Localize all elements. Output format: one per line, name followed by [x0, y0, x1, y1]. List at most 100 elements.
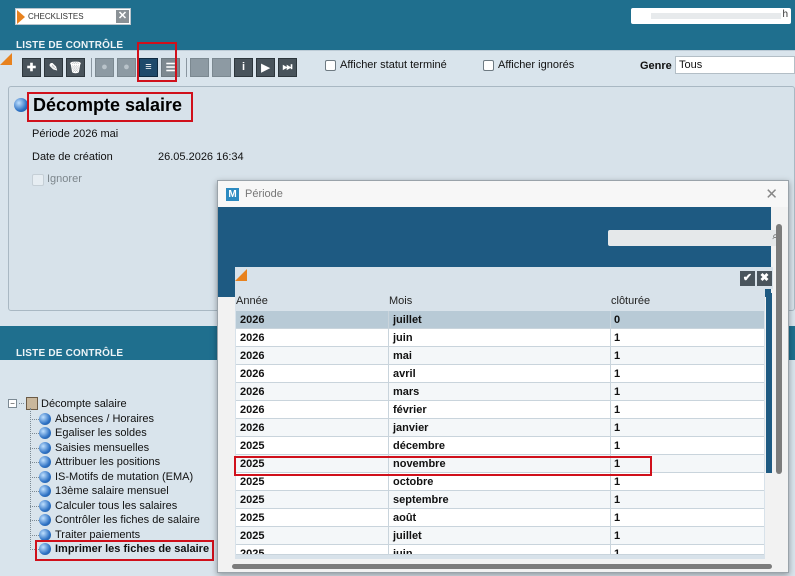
cell-year: 2026 — [240, 422, 265, 434]
highlight-box-toolbar — [137, 42, 177, 82]
highlight-box-november-row — [234, 456, 652, 476]
disabled-circle-button-2[interactable]: ● — [117, 57, 136, 77]
show-ignored-checkbox[interactable] — [483, 59, 494, 71]
tree-item-label: Egaliser les soldes — [55, 427, 147, 439]
table-row[interactable]: 2026 avril 1 — [236, 365, 764, 383]
tree-item[interactable]: IS-Motifs de mutation (EMA) — [30, 470, 193, 484]
tree-item[interactable]: Attribuer les positions — [30, 455, 160, 469]
tree-connector — [30, 490, 39, 492]
cell-closed: 1 — [614, 440, 621, 452]
collapse-icon[interactable]: − — [8, 399, 17, 408]
cell-year: 2026 — [240, 332, 265, 344]
tree-item[interactable]: 13ème salaire mensuel — [30, 484, 169, 498]
global-search-input[interactable]: h — [631, 8, 791, 24]
cell-month: janvier — [393, 422, 429, 434]
table-row[interactable]: 2025 juin 1 — [236, 545, 764, 555]
horizontal-scrollbar[interactable] — [232, 564, 772, 569]
genre-select[interactable]: Tous — [675, 56, 795, 74]
toolbar-separator — [186, 57, 187, 77]
cell-year: 2026 — [240, 404, 265, 416]
cell-year: 2025 — [240, 530, 265, 542]
search-suffix: h — [782, 9, 788, 20]
play-icon[interactable]: ▶ — [256, 57, 275, 77]
lower-section-title: LISTE DE CONTRÔLE — [16, 348, 124, 359]
highlight-box-title — [27, 92, 193, 122]
table-row[interactable]: 2026 mai 1 — [236, 347, 764, 365]
edit-button[interactable]: ✎ — [44, 57, 63, 77]
tree-item[interactable]: Absences / Horaires — [30, 412, 154, 426]
tree-item-label: IS-Motifs de mutation (EMA) — [55, 471, 194, 483]
show-ignored-toggle[interactable]: Afficher ignorés — [483, 59, 574, 71]
tree-item[interactable]: Calculer tous les salaires — [30, 499, 177, 513]
table-row[interactable]: 2026 juin 1 — [236, 329, 764, 347]
grid-header: Année Mois clôturée — [236, 295, 764, 309]
tree-connector — [30, 432, 39, 434]
skip-end-icon[interactable]: ⏭ — [278, 57, 297, 77]
info-button[interactable]: i — [234, 57, 253, 77]
disabled-circle-button-1[interactable]: ● — [95, 57, 114, 77]
status-bullet-icon — [39, 427, 51, 439]
tree-item[interactable]: Saisies mensuelles — [30, 441, 149, 455]
orange-corner-icon — [0, 53, 12, 65]
tree-connector — [30, 476, 39, 478]
cell-month: septembre — [393, 494, 449, 506]
cell-month: juin — [393, 332, 413, 344]
cell-month: août — [393, 512, 417, 524]
show-completed-checkbox[interactable] — [325, 59, 336, 71]
cell-closed: 1 — [614, 476, 621, 488]
column-header-year[interactable]: Année — [236, 295, 268, 307]
cell-closed: 1 — [614, 404, 621, 416]
disabled-button-3[interactable] — [190, 57, 209, 77]
cell-closed: 1 — [614, 512, 621, 524]
column-header-month[interactable]: Mois — [389, 295, 412, 307]
disabled-button-4[interactable] — [212, 57, 231, 77]
cell-month: mars — [393, 386, 420, 398]
cell-closed: 1 — [614, 332, 621, 344]
cell-year: 2025 — [240, 548, 265, 555]
table-row[interactable]: 2026 janvier 1 — [236, 419, 764, 437]
tree-item-label: Calculer tous les salaires — [55, 500, 178, 512]
orange-corner-icon — [235, 269, 247, 281]
add-button[interactable]: ✚ — [22, 57, 41, 77]
table-row[interactable]: 2025 juillet 1 — [236, 527, 764, 545]
search-text-blurred — [651, 13, 781, 19]
tree-item-label: Saisies mensuelles — [55, 442, 150, 454]
dialog-header-band: ⌕ — [218, 207, 780, 267]
cell-year: 2026 — [240, 368, 265, 380]
cell-closed: 1 — [614, 350, 621, 362]
cell-month: juin — [393, 548, 413, 555]
table-row[interactable]: 2026 mars 1 — [236, 383, 764, 401]
cell-year: 2025 — [240, 494, 265, 506]
tree-item[interactable]: Egaliser les soldes — [30, 426, 147, 440]
tab-checklistes[interactable]: CHECKLISTES ✕ — [15, 8, 131, 25]
table-row[interactable]: 2025 décembre 1 — [236, 437, 764, 455]
table-row[interactable]: 2026 février 1 — [236, 401, 764, 419]
cancel-x-button[interactable]: ✖ — [757, 271, 772, 286]
table-row[interactable]: 2026 juillet 0 — [236, 311, 764, 329]
close-tab-icon[interactable]: ✕ — [116, 10, 129, 23]
column-header-closed[interactable]: clôturée — [611, 295, 650, 307]
cell-closed: 1 — [614, 368, 621, 380]
show-completed-toggle[interactable]: Afficher statut terminé — [325, 59, 447, 71]
status-bullet-icon — [39, 413, 51, 425]
table-row[interactable]: 2025 septembre 1 — [236, 491, 764, 509]
dialog-search-input[interactable]: ⌕ — [608, 230, 780, 246]
cell-closed: 1 — [614, 386, 621, 398]
table-row[interactable]: 2025 août 1 — [236, 509, 764, 527]
vertical-scrollbar[interactable] — [776, 224, 782, 474]
cell-year: 2026 — [240, 386, 265, 398]
tree-item-label: Absences / Horaires — [55, 413, 155, 425]
cell-year: 2026 — [240, 350, 265, 362]
confirm-check-button[interactable]: ✔ — [740, 271, 755, 286]
ignore-checkbox[interactable] — [32, 174, 44, 186]
cell-closed: 1 — [614, 422, 621, 434]
show-ignored-label: Afficher ignorés — [498, 59, 575, 71]
close-icon[interactable]: ✕ — [765, 185, 778, 203]
cell-closed: 1 — [614, 548, 621, 555]
created-value: 26.05.2026 16:34 — [158, 151, 244, 163]
tree-item[interactable]: Contrôler les fiches de salaire — [30, 513, 200, 527]
status-bullet-icon — [39, 485, 51, 497]
tree-root[interactable]: − Décompte salaire — [8, 397, 127, 410]
dialog-title: Période — [245, 188, 283, 200]
delete-button[interactable]: 🗑 — [66, 57, 85, 77]
